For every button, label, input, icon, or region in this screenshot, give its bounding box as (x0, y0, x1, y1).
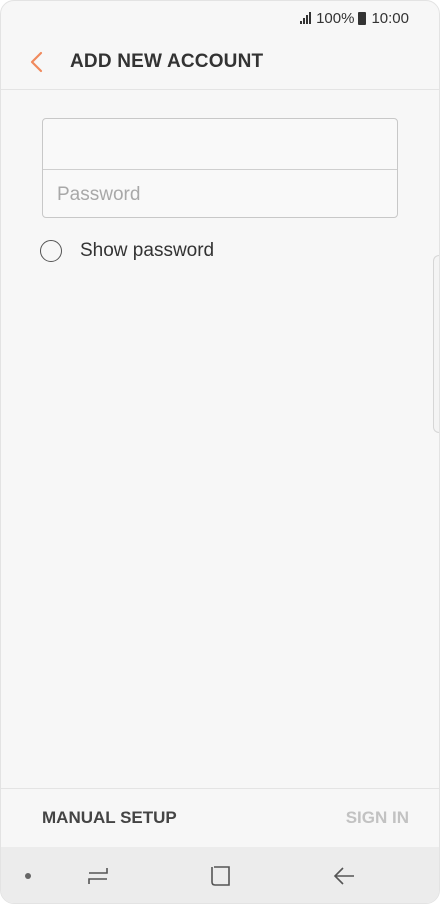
app-header: ADD NEW ACCOUNT (1, 35, 439, 90)
page-title: ADD NEW ACCOUNT (70, 51, 264, 72)
status-bar: 100% 10:00 (1, 1, 439, 35)
account-form (42, 118, 398, 220)
phone-screen: 100% 10:00 ADD NEW ACCOUNT Show password… (0, 0, 440, 904)
show-password-label: Show password (80, 240, 215, 261)
edge-panel-handle[interactable] (433, 255, 439, 433)
chevron-left-icon (30, 51, 43, 73)
back-nav-button[interactable] (329, 861, 359, 891)
navigation-bar (1, 847, 439, 903)
home-icon (211, 866, 230, 886)
email-field[interactable] (43, 119, 397, 169)
back-arrow-icon (333, 867, 354, 885)
show-password-toggle[interactable]: Show password (40, 240, 214, 262)
recent-apps-button[interactable] (83, 861, 113, 891)
sign-in-button[interactable]: SIGN IN (346, 808, 409, 828)
password-field[interactable] (43, 170, 397, 220)
battery-icon (358, 11, 367, 25)
home-button[interactable] (206, 861, 236, 891)
signal-icon (300, 12, 312, 24)
back-button[interactable] (19, 45, 53, 79)
bottom-action-bar: MANUAL SETUP SIGN IN (1, 788, 439, 846)
recent-apps-icon (88, 868, 108, 884)
show-password-radio[interactable] (40, 240, 62, 262)
battery-percent: 100% (316, 9, 355, 27)
manual-setup-button[interactable]: MANUAL SETUP (42, 808, 177, 828)
clock: 10:00 (371, 9, 409, 27)
nav-indicator-dot (25, 873, 31, 879)
